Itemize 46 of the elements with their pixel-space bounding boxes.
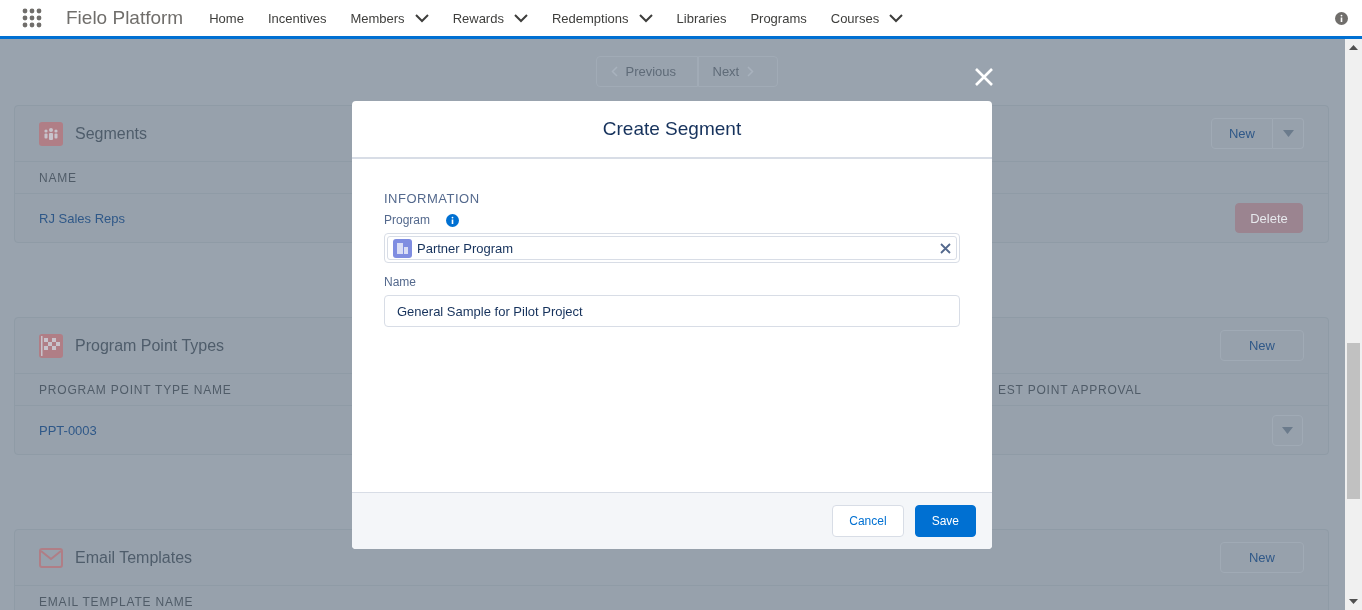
app-name: Fielo Platform — [66, 7, 184, 29]
clear-button[interactable] — [940, 242, 951, 254]
nav-item[interactable]: Rewards — [452, 10, 528, 26]
envelope-icon — [39, 545, 63, 570]
nav-item[interactable]: Redemptions — [551, 10, 653, 26]
save-button[interactable]: Save — [914, 505, 976, 537]
checkered-flag-icon — [39, 333, 63, 358]
chevron-down-icon — [414, 13, 429, 23]
section-heading: INFORMATION — [384, 191, 481, 206]
nav-item[interactable]: Home — [209, 10, 244, 26]
nav-item[interactable]: Courses — [830, 10, 904, 26]
name-input-field[interactable]: General Sample for Pilot Project — [384, 295, 960, 327]
cancel-button[interactable]: Cancel — [832, 505, 904, 537]
card-title: Program Point Types — [75, 336, 225, 355]
close-icon — [940, 242, 951, 254]
field-label: Program — [384, 213, 430, 227]
close-icon — [974, 67, 994, 87]
info-icon[interactable] — [1335, 11, 1348, 25]
nav-item[interactable]: Libraries — [676, 10, 727, 26]
program-icon — [393, 238, 412, 258]
column-header: EMAIL TEMPLATE NAME — [39, 594, 195, 609]
column-header: NAME — [39, 170, 78, 185]
scroll-down-icon[interactable] — [1349, 599, 1358, 604]
caret-down-icon — [1282, 130, 1294, 137]
card-title: Email Templates — [75, 548, 193, 567]
app-launcher-icon[interactable] — [22, 8, 42, 28]
chevron-down-icon — [513, 13, 528, 23]
scrollbar[interactable] — [1345, 39, 1362, 610]
chevron-down-icon — [889, 13, 904, 23]
caret-down-icon — [1282, 426, 1293, 434]
selected-program: Partner Program — [417, 240, 515, 256]
nav-item[interactable]: Programs — [750, 10, 807, 26]
card-title: Segments — [75, 124, 148, 143]
info-icon[interactable] — [446, 213, 459, 227]
column-header: EST POINT APPROVAL — [998, 382, 1143, 397]
dialog-title: Create Segment — [602, 118, 742, 140]
nav-item[interactable]: Members — [350, 10, 429, 26]
chevron-down-icon — [638, 13, 653, 23]
program-lookup-field[interactable]: Partner Program — [384, 233, 960, 263]
column-header: PROGRAM POINT TYPE NAME — [39, 382, 233, 397]
nav-item[interactable]: Incentives — [267, 10, 327, 26]
field-label: Name — [384, 275, 416, 289]
scrollbar-thumb[interactable] — [1347, 343, 1360, 499]
close-button[interactable] — [974, 67, 994, 87]
people-icon — [39, 121, 63, 146]
scroll-up-icon[interactable] — [1349, 45, 1358, 50]
